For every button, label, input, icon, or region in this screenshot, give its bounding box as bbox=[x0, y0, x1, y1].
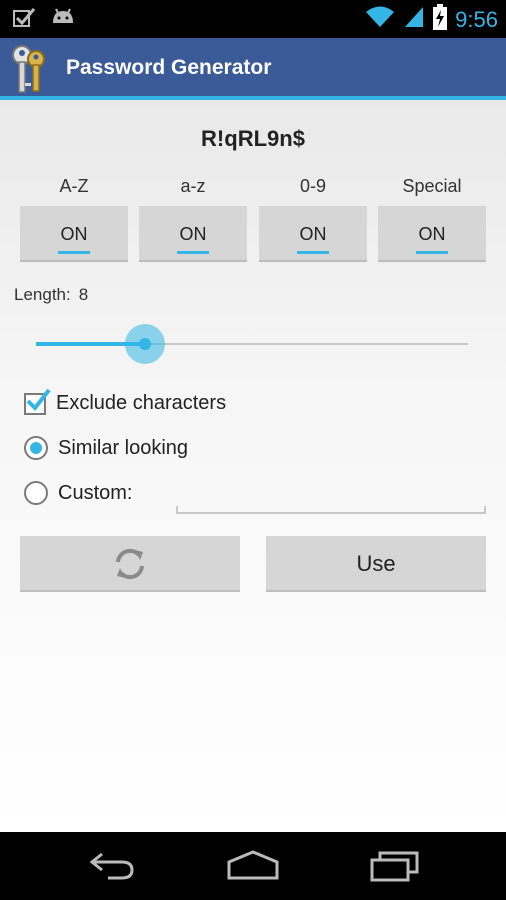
similar-looking-radio[interactable] bbox=[24, 436, 48, 460]
special-toggle-button[interactable]: ON bbox=[378, 206, 486, 262]
generated-password: R!qRL9n$ bbox=[201, 126, 305, 151]
app-title: Password Generator bbox=[66, 56, 272, 79]
toggle-label: Special bbox=[402, 176, 462, 196]
toggle-special: Special ON bbox=[378, 176, 486, 262]
exclude-characters-row[interactable]: Exclude characters bbox=[24, 388, 227, 415]
checkbox-notification-icon bbox=[12, 7, 36, 34]
toggle-state: ON bbox=[60, 224, 88, 244]
toggle-on-indicator bbox=[58, 251, 90, 254]
clock: 9:56 bbox=[455, 6, 498, 32]
exclude-label: Exclude characters bbox=[56, 392, 227, 414]
lowercase-toggle-button[interactable]: ON bbox=[139, 206, 247, 262]
keys-icon[interactable] bbox=[8, 43, 48, 95]
refresh-icon bbox=[116, 548, 144, 580]
main-content: R!qRL9n$ A-Z ON a-z ON 0-9 ON Special ON… bbox=[0, 100, 506, 832]
digits-toggle-button[interactable]: ON bbox=[259, 206, 367, 262]
length-slider-thumb[interactable] bbox=[139, 338, 151, 350]
exclude-checkbox[interactable] bbox=[24, 388, 51, 415]
length-caption: Length: bbox=[14, 285, 71, 304]
similar-looking-row[interactable]: Similar looking bbox=[24, 436, 188, 460]
action-bar: Password Generator bbox=[0, 38, 506, 100]
battery-charging-icon bbox=[433, 4, 448, 35]
custom-characters-input[interactable] bbox=[176, 482, 486, 514]
similar-looking-label: Similar looking bbox=[58, 436, 189, 459]
back-icon[interactable] bbox=[88, 850, 136, 887]
custom-radio[interactable] bbox=[24, 481, 48, 505]
radio-selected-dot bbox=[30, 442, 42, 454]
toggle-on-indicator bbox=[177, 251, 209, 254]
toggle-state: ON bbox=[179, 224, 207, 244]
use-button[interactable]: Use bbox=[266, 536, 486, 592]
check-icon bbox=[26, 388, 51, 411]
toggle-label: a-z bbox=[180, 176, 206, 196]
uppercase-toggle-button[interactable]: ON bbox=[20, 206, 128, 262]
wifi-icon bbox=[365, 5, 395, 34]
toggle-on-indicator bbox=[297, 251, 329, 254]
length-label: Length: 8 bbox=[14, 285, 88, 305]
toggle-state: ON bbox=[299, 224, 327, 244]
home-icon[interactable] bbox=[226, 850, 280, 887]
toggle-digits: 0-9 ON bbox=[259, 176, 367, 262]
android-notification-icon bbox=[50, 7, 76, 34]
toggle-label: 0-9 bbox=[299, 176, 326, 196]
toggle-on-indicator bbox=[416, 251, 448, 254]
toggle-state: ON bbox=[418, 224, 446, 244]
toggle-uppercase: A-Z ON bbox=[20, 176, 128, 262]
custom-label: Custom: bbox=[58, 481, 133, 504]
navigation-bar bbox=[0, 832, 506, 900]
signal-icon bbox=[403, 5, 425, 34]
length-value: 8 bbox=[78, 285, 89, 304]
regenerate-button[interactable] bbox=[20, 536, 240, 592]
custom-row[interactable]: Custom: bbox=[24, 481, 132, 505]
toggle-label: A-Z bbox=[59, 176, 89, 196]
recents-icon[interactable] bbox=[370, 850, 420, 887]
toggle-lowercase: a-z ON bbox=[139, 176, 247, 262]
status-bar: 9:56 bbox=[0, 0, 506, 38]
